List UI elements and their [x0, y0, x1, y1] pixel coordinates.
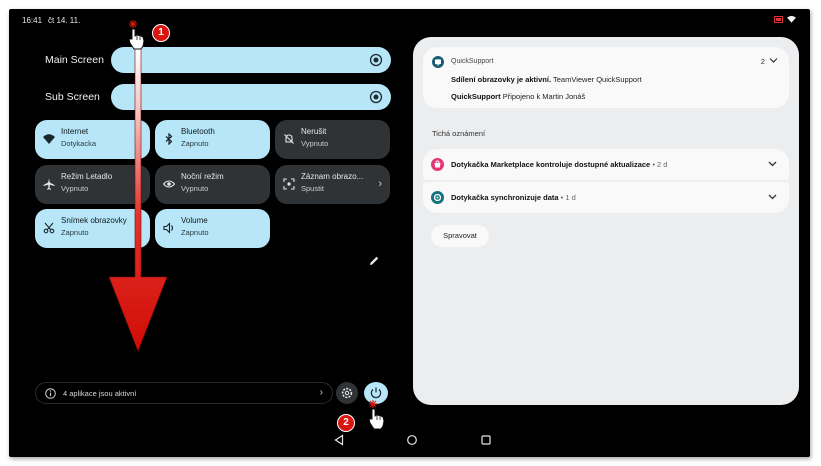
- manage-notifications-button[interactable]: Spravovat: [431, 225, 489, 247]
- step-2-badge: 2: [337, 414, 355, 432]
- tile-title: Režim Letadlo: [61, 172, 113, 181]
- notification-app-name: QuickSupport: [451, 58, 494, 65]
- tile-airplane-mode[interactable]: Režim Letadlo Vypnuto: [35, 165, 150, 204]
- chevron-right-icon: ›: [319, 387, 323, 398]
- info-icon: [45, 388, 56, 399]
- tile-subtitle: Spustit: [301, 184, 324, 193]
- sub-screen-brightness: Sub Screen: [29, 84, 394, 110]
- status-time: 16:41: [22, 16, 43, 25]
- tile-title: Záznam obrazo...: [301, 172, 364, 181]
- main-screen-brightness: Main Screen: [29, 47, 394, 73]
- notification-title: Sdílení obrazovky je aktivní.: [451, 75, 552, 84]
- edit-pencil-icon[interactable]: [368, 255, 380, 267]
- chevron-right-icon: ›: [378, 178, 382, 190]
- notification-marketplace-update[interactable]: Dotykačka Marketplace kontroluje dostupn…: [423, 149, 789, 180]
- tile-do-not-disturb[interactable]: Nerušit Vypnuto: [275, 120, 390, 159]
- expand-chevron-icon[interactable]: [767, 191, 778, 202]
- tile-night-mode[interactable]: Noční režim Vypnuto: [155, 165, 270, 204]
- tile-volume[interactable]: Volume Zapnuto: [155, 209, 270, 248]
- wifi-icon: [43, 134, 55, 144]
- notification-text: TeamViewer QuickSupport: [553, 75, 642, 84]
- tile-subtitle: Zapnuto: [61, 228, 89, 237]
- tile-bluetooth[interactable]: Bluetooth Zapnuto: [155, 120, 270, 159]
- tablet-screen: 16:41 čt 14. 11. Main Screen Sub Screen …: [9, 9, 810, 457]
- tile-title: Volume: [181, 216, 208, 225]
- step-1-badge: 1: [152, 24, 170, 42]
- quicksupport-app-icon: [432, 56, 444, 68]
- power-button[interactable]: [364, 382, 388, 404]
- notification-text: Připojeno k Martin Jonáš: [502, 92, 586, 101]
- chevron-down-icon: [769, 58, 778, 63]
- notification-time: • 2 d: [650, 160, 668, 169]
- tile-title: Internet: [61, 127, 89, 136]
- notification-line-1: Sdílení obrazovky je aktivní. TeamViewer…: [451, 75, 642, 84]
- screen-share-status-icon: [774, 15, 783, 23]
- brightness-icon: [369, 53, 383, 67]
- gear-icon: [341, 387, 353, 399]
- silent-notifications-header: Tichá oznámení: [432, 129, 486, 138]
- nav-back-icon[interactable]: [333, 434, 345, 446]
- notification-line-2: QuickSupport Připojeno k Martin Jonáš: [451, 92, 585, 101]
- notification-quicksupport[interactable]: QuickSupport 2 Sdílení obrazovky je akti…: [423, 47, 789, 108]
- notification-text: Dotykačka Marketplace kontroluje dostupn…: [451, 160, 667, 169]
- main-screen-brightness-slider[interactable]: [111, 47, 391, 73]
- airplane-icon: [43, 178, 55, 190]
- bluetooth-icon: [165, 133, 173, 145]
- expand-chevron-icon[interactable]: [767, 158, 778, 169]
- tile-subtitle: Zapnuto: [181, 228, 209, 237]
- tile-screen-record[interactable]: Záznam obrazo... Spustit ›: [275, 165, 390, 204]
- active-apps-label: 4 aplikace jsou aktivní: [63, 389, 137, 398]
- marketplace-app-icon: [431, 158, 444, 171]
- tile-screenshot[interactable]: Snímek obrazovky Zapnuto: [35, 209, 150, 248]
- tile-subtitle: Vypnuto: [301, 139, 329, 148]
- tile-subtitle: Vypnuto: [61, 184, 89, 193]
- notification-panel: QuickSupport 2 Sdílení obrazovky je akti…: [413, 37, 799, 405]
- do-not-disturb-icon: [284, 134, 294, 144]
- scissors-icon: [43, 222, 55, 234]
- notification-data-sync[interactable]: Dotykačka synchronizuje data • 1 d: [423, 182, 789, 213]
- notification-count: 2: [760, 57, 765, 66]
- tile-internet[interactable]: Internet Dotykacka: [35, 120, 150, 159]
- tile-title: Bluetooth: [181, 127, 215, 136]
- notification-title: Dotykačka Marketplace kontroluje dostupn…: [451, 160, 651, 169]
- wifi-status-icon: [787, 15, 796, 23]
- tile-subtitle: Zapnuto: [181, 139, 209, 148]
- nav-recents-icon[interactable]: [480, 434, 492, 446]
- notification-text: Dotykačka synchronizuje data • 1 d: [451, 193, 576, 202]
- nav-home-icon[interactable]: [406, 434, 418, 446]
- brightness-icon: [369, 90, 383, 104]
- eye-icon: [163, 180, 175, 188]
- tile-subtitle: Dotykacka: [61, 139, 97, 148]
- status-date: čt 14. 11.: [48, 16, 81, 25]
- volume-icon: [163, 222, 174, 234]
- tile-title: Snímek obrazovky: [61, 216, 127, 225]
- dotykacka-app-icon: [431, 191, 444, 204]
- notification-time: • 1 d: [558, 193, 576, 202]
- tile-title: Noční režim: [181, 172, 224, 181]
- sub-screen-brightness-slider[interactable]: [111, 84, 391, 110]
- power-icon: [370, 387, 382, 399]
- screen-record-icon: [283, 178, 295, 190]
- tile-subtitle: Vypnuto: [181, 184, 209, 193]
- active-apps-button[interactable]: 4 aplikace jsou aktivní ›: [35, 382, 333, 404]
- tile-title: Nerušit: [301, 127, 327, 136]
- main-screen-label: Main Screen: [45, 54, 104, 66]
- status-icons: [774, 15, 796, 23]
- sub-screen-label: Sub Screen: [45, 91, 100, 103]
- settings-button[interactable]: [336, 382, 358, 404]
- notification-title: Dotykačka synchronizuje data: [451, 193, 559, 202]
- notification-group-count[interactable]: 2: [761, 57, 778, 66]
- notification-title: QuickSupport: [451, 92, 501, 101]
